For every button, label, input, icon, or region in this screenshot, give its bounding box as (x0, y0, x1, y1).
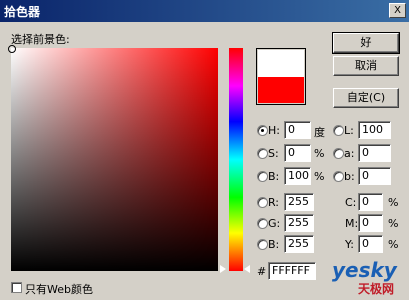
lab-b-label: b: (344, 170, 355, 183)
m-unit: % (388, 217, 399, 230)
b-input[interactable]: 100 (284, 167, 311, 185)
cancel-button[interactable]: 取消 (333, 56, 399, 76)
a-label: a: (344, 147, 355, 160)
m-input[interactable]: 0 (358, 214, 383, 232)
r-input[interactable]: 255 (284, 193, 314, 211)
hue-slider-arrow-right-icon[interactable] (244, 265, 250, 273)
g-input[interactable]: 255 (284, 214, 314, 232)
h-unit: 度 (314, 126, 325, 139)
watermark-line1: yesky (332, 258, 397, 282)
color-field-picker-ring[interactable] (8, 45, 16, 53)
ok-button[interactable]: 好 (332, 32, 400, 54)
y-input[interactable]: 0 (358, 235, 383, 253)
current-color-swatch[interactable] (258, 77, 304, 103)
y-label: Y: (345, 238, 354, 251)
y-unit: % (388, 238, 399, 251)
web-only-checkbox[interactable] (11, 282, 22, 293)
title-bar[interactable]: 拾色器 X (0, 0, 409, 22)
pick-foreground-label: 选择前景色: (11, 33, 70, 46)
h-input[interactable]: 0 (284, 121, 311, 139)
c-input[interactable]: 0 (358, 193, 383, 211)
r-label: R: (268, 196, 280, 209)
lab-b-radio[interactable] (333, 171, 344, 182)
a-input[interactable]: 0 (358, 144, 391, 162)
watermark-line2: 天极网 (358, 282, 395, 296)
lab-b-input[interactable]: 0 (358, 167, 391, 185)
hex-label: # (257, 265, 267, 278)
rgb-b-label: B: (268, 238, 280, 251)
l-input[interactable]: 100 (358, 121, 391, 139)
l-label: L: (344, 124, 354, 137)
s-label: S: (268, 147, 279, 160)
yesky-watermark-logo: yesky 天极网 (330, 258, 406, 296)
close-button[interactable]: X (389, 3, 406, 18)
h-radio[interactable] (257, 125, 268, 136)
h-label: H: (268, 124, 280, 137)
hex-input[interactable]: FFFFFF (268, 262, 316, 280)
g-label: G: (268, 217, 281, 230)
new-color-swatch (258, 50, 304, 77)
l-radio[interactable] (333, 125, 344, 136)
hue-slider[interactable] (229, 48, 243, 271)
s-unit: % (314, 147, 325, 160)
web-only-label: 只有Web颜色 (25, 283, 93, 296)
a-radio[interactable] (333, 148, 344, 159)
g-radio[interactable] (257, 218, 268, 229)
rgb-b-radio[interactable] (257, 239, 268, 250)
b-radio[interactable] (257, 171, 268, 182)
hue-slider-arrow-left-icon[interactable] (220, 265, 226, 273)
r-radio[interactable] (257, 197, 268, 208)
c-label: C: (345, 196, 357, 209)
custom-colors-button[interactable]: 自定(C) (333, 88, 399, 108)
color-field[interactable] (11, 48, 218, 271)
s-input[interactable]: 0 (284, 144, 311, 162)
s-radio[interactable] (257, 148, 268, 159)
m-label: M: (345, 217, 359, 230)
b-unit: % (314, 170, 325, 183)
c-unit: % (388, 196, 399, 209)
b-label: B: (268, 170, 280, 183)
window-title: 拾色器 (4, 5, 41, 19)
rgb-b-input[interactable]: 255 (284, 235, 314, 253)
